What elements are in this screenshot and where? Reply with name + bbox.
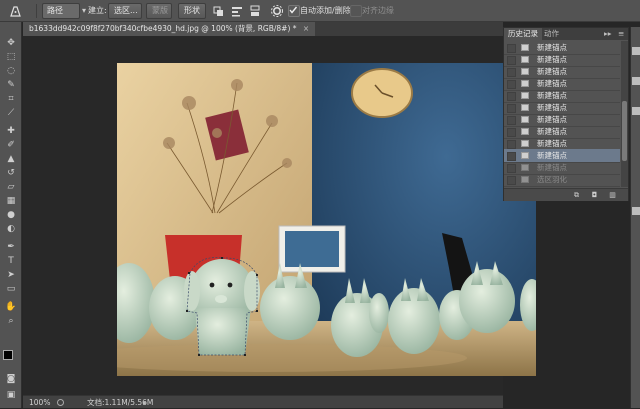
- history-state-icon: [521, 176, 529, 183]
- history-panel-footer: ⧉ ◘ ▥: [504, 188, 628, 201]
- history-state-icon: [521, 140, 529, 147]
- history-state-row[interactable]: 选区羽化: [504, 173, 620, 187]
- blur-icon[interactable]: ●: [4, 210, 18, 221]
- path-mode-select[interactable]: 路径: [42, 3, 80, 19]
- status-arrow-icon[interactable]: ▸: [143, 396, 147, 409]
- new-document-from-state-icon[interactable]: ⧉: [572, 191, 581, 199]
- panel-dock-icon[interactable]: [632, 77, 640, 85]
- panel-menu-icon[interactable]: ≡: [618, 28, 624, 40]
- shape-button[interactable]: 形状: [178, 3, 206, 19]
- gradient-icon[interactable]: ▦: [4, 196, 18, 207]
- status-bar: 100% 文档:1.11M/5.56M ▸: [23, 395, 503, 408]
- panel-dock-icon[interactable]: [632, 107, 640, 115]
- quick-select-icon[interactable]: ✎: [4, 80, 18, 91]
- move-icon[interactable]: ✥: [4, 38, 18, 49]
- eraser-icon[interactable]: ▱: [4, 182, 18, 193]
- right-dock: [630, 27, 640, 408]
- history-state-label: 选区羽化: [537, 175, 567, 184]
- snapshot-source-checkbox[interactable]: [507, 68, 516, 77]
- mask-button[interactable]: 蒙版: [146, 3, 172, 19]
- history-state-icon: [521, 116, 529, 123]
- panel-dock-icon[interactable]: [632, 47, 640, 55]
- align-edges-label: 对齐边缘: [362, 6, 394, 15]
- trash-icon[interactable]: ▥: [608, 191, 617, 199]
- stamp-icon[interactable]: ▲: [4, 154, 18, 165]
- snapshot-source-checkbox[interactable]: [507, 80, 516, 89]
- history-state-icon: [521, 80, 529, 87]
- history-panel-tabs: 历史记录 动作 ▸▸ ≡: [504, 28, 628, 40]
- document-image[interactable]: [117, 63, 536, 376]
- dodge-icon[interactable]: ◐: [4, 224, 18, 235]
- snapshot-source-checkbox[interactable]: [507, 128, 516, 137]
- path-operations-icon[interactable]: [212, 4, 226, 18]
- document-tab[interactable]: b1633dd942c09f8f270bf340cfbe4930_hd.jpg …: [23, 22, 316, 36]
- options-bar: 路径 ▾ 建立: 选区... 蒙版 形状 自动添加/删除 对齐边缘: [0, 0, 640, 22]
- chevron-down-icon: ▾: [82, 6, 87, 15]
- history-scrollbar[interactable]: [621, 41, 628, 187]
- camera-icon[interactable]: ◘: [590, 191, 599, 199]
- quick-mask-icon[interactable]: ◙: [4, 374, 18, 385]
- snapshot-source-checkbox[interactable]: [507, 104, 516, 113]
- lasso-icon[interactable]: ◌: [4, 66, 18, 77]
- document-title: b1633dd942c09f8f270bf340cfbe4930_hd.jpg …: [29, 24, 291, 33]
- selection-button[interactable]: 选区...: [108, 3, 142, 19]
- snapshot-source-checkbox[interactable]: [507, 140, 516, 149]
- build-label: 建立:: [88, 6, 107, 15]
- snapshot-source-checkbox[interactable]: [507, 152, 516, 161]
- pen-icon[interactable]: ✒: [4, 242, 18, 253]
- history-state-icon: [521, 68, 529, 75]
- history-state-icon: [521, 164, 529, 171]
- history-state-icon: [521, 152, 529, 159]
- close-icon[interactable]: ×: [303, 24, 309, 33]
- history-state-icon: [521, 92, 529, 99]
- snapshot-source-checkbox[interactable]: [507, 56, 516, 65]
- zoom-level[interactable]: 100%: [29, 396, 50, 409]
- history-state-icon: [521, 44, 529, 51]
- zoom-icon[interactable]: ⌕: [4, 316, 18, 327]
- gear-icon[interactable]: [270, 4, 284, 18]
- path-select-icon[interactable]: ➤: [4, 270, 18, 281]
- snapshot-source-checkbox[interactable]: [507, 116, 516, 125]
- screen-mode-icon[interactable]: ▣: [4, 390, 18, 401]
- auto-add-delete-label: 自动添加/删除: [300, 6, 351, 15]
- snapshot-source-checkbox[interactable]: [507, 92, 516, 101]
- history-state-icon: [521, 128, 529, 135]
- brush-icon[interactable]: ✐: [4, 140, 18, 151]
- foreground-color-swatch[interactable]: [3, 350, 13, 360]
- tab-history[interactable]: 历史记录: [504, 28, 542, 40]
- document-tab-bar: b1633dd942c09f8f270bf340cfbe4930_hd.jpg …: [23, 22, 503, 36]
- status-menu-icon[interactable]: [57, 399, 64, 406]
- panel-collapse-icon[interactable]: ▸▸: [604, 28, 612, 40]
- tools-panel: ✥ ⬚ ◌ ✎ ⌗ ⟋ ✚ ✐ ▲ ↺ ▱ ▦ ● ◐ ✒ T ➤ ▭ ✋ ⌕ …: [0, 22, 22, 408]
- crop-icon[interactable]: ⌗: [4, 94, 18, 105]
- path-arrangement-icon[interactable]: [248, 4, 262, 18]
- panel-dock-icon[interactable]: [632, 207, 640, 215]
- history-state-icon: [521, 104, 529, 111]
- marquee-icon[interactable]: ⬚: [4, 52, 18, 63]
- history-panel: 历史记录 动作 ▸▸ ≡ 新建锚点 新建锚点 新建锚点 新建锚点 新建锚点 新建锚点 新建锚…: [503, 27, 629, 201]
- history-brush-icon[interactable]: ↺: [4, 168, 18, 179]
- modified-marker: *: [292, 24, 297, 33]
- history-list: 新建锚点 新建锚点 新建锚点 新建锚点 新建锚点 新建锚点 新建锚点 新建锚点 新建锚点 新建锚点…: [504, 41, 620, 187]
- pen-icon[interactable]: [8, 4, 22, 18]
- align-edges-checkbox[interactable]: [350, 5, 362, 17]
- snapshot-source-checkbox[interactable]: [507, 44, 516, 53]
- tab-actions[interactable]: 动作: [540, 28, 563, 40]
- shape-icon[interactable]: ▭: [4, 284, 18, 295]
- healing-icon[interactable]: ✚: [4, 126, 18, 137]
- auto-add-delete-checkbox[interactable]: [288, 5, 300, 17]
- snapshot-source-checkbox[interactable]: [507, 164, 516, 173]
- hand-icon[interactable]: ✋: [4, 302, 18, 313]
- snapshot-source-checkbox[interactable]: [507, 176, 516, 185]
- path-alignment-icon[interactable]: [230, 4, 244, 18]
- history-state-icon: [521, 56, 529, 63]
- scrollbar-thumb[interactable]: [622, 101, 627, 161]
- type-icon[interactable]: T: [4, 256, 18, 267]
- eyedropper-icon[interactable]: ⟋: [4, 108, 18, 119]
